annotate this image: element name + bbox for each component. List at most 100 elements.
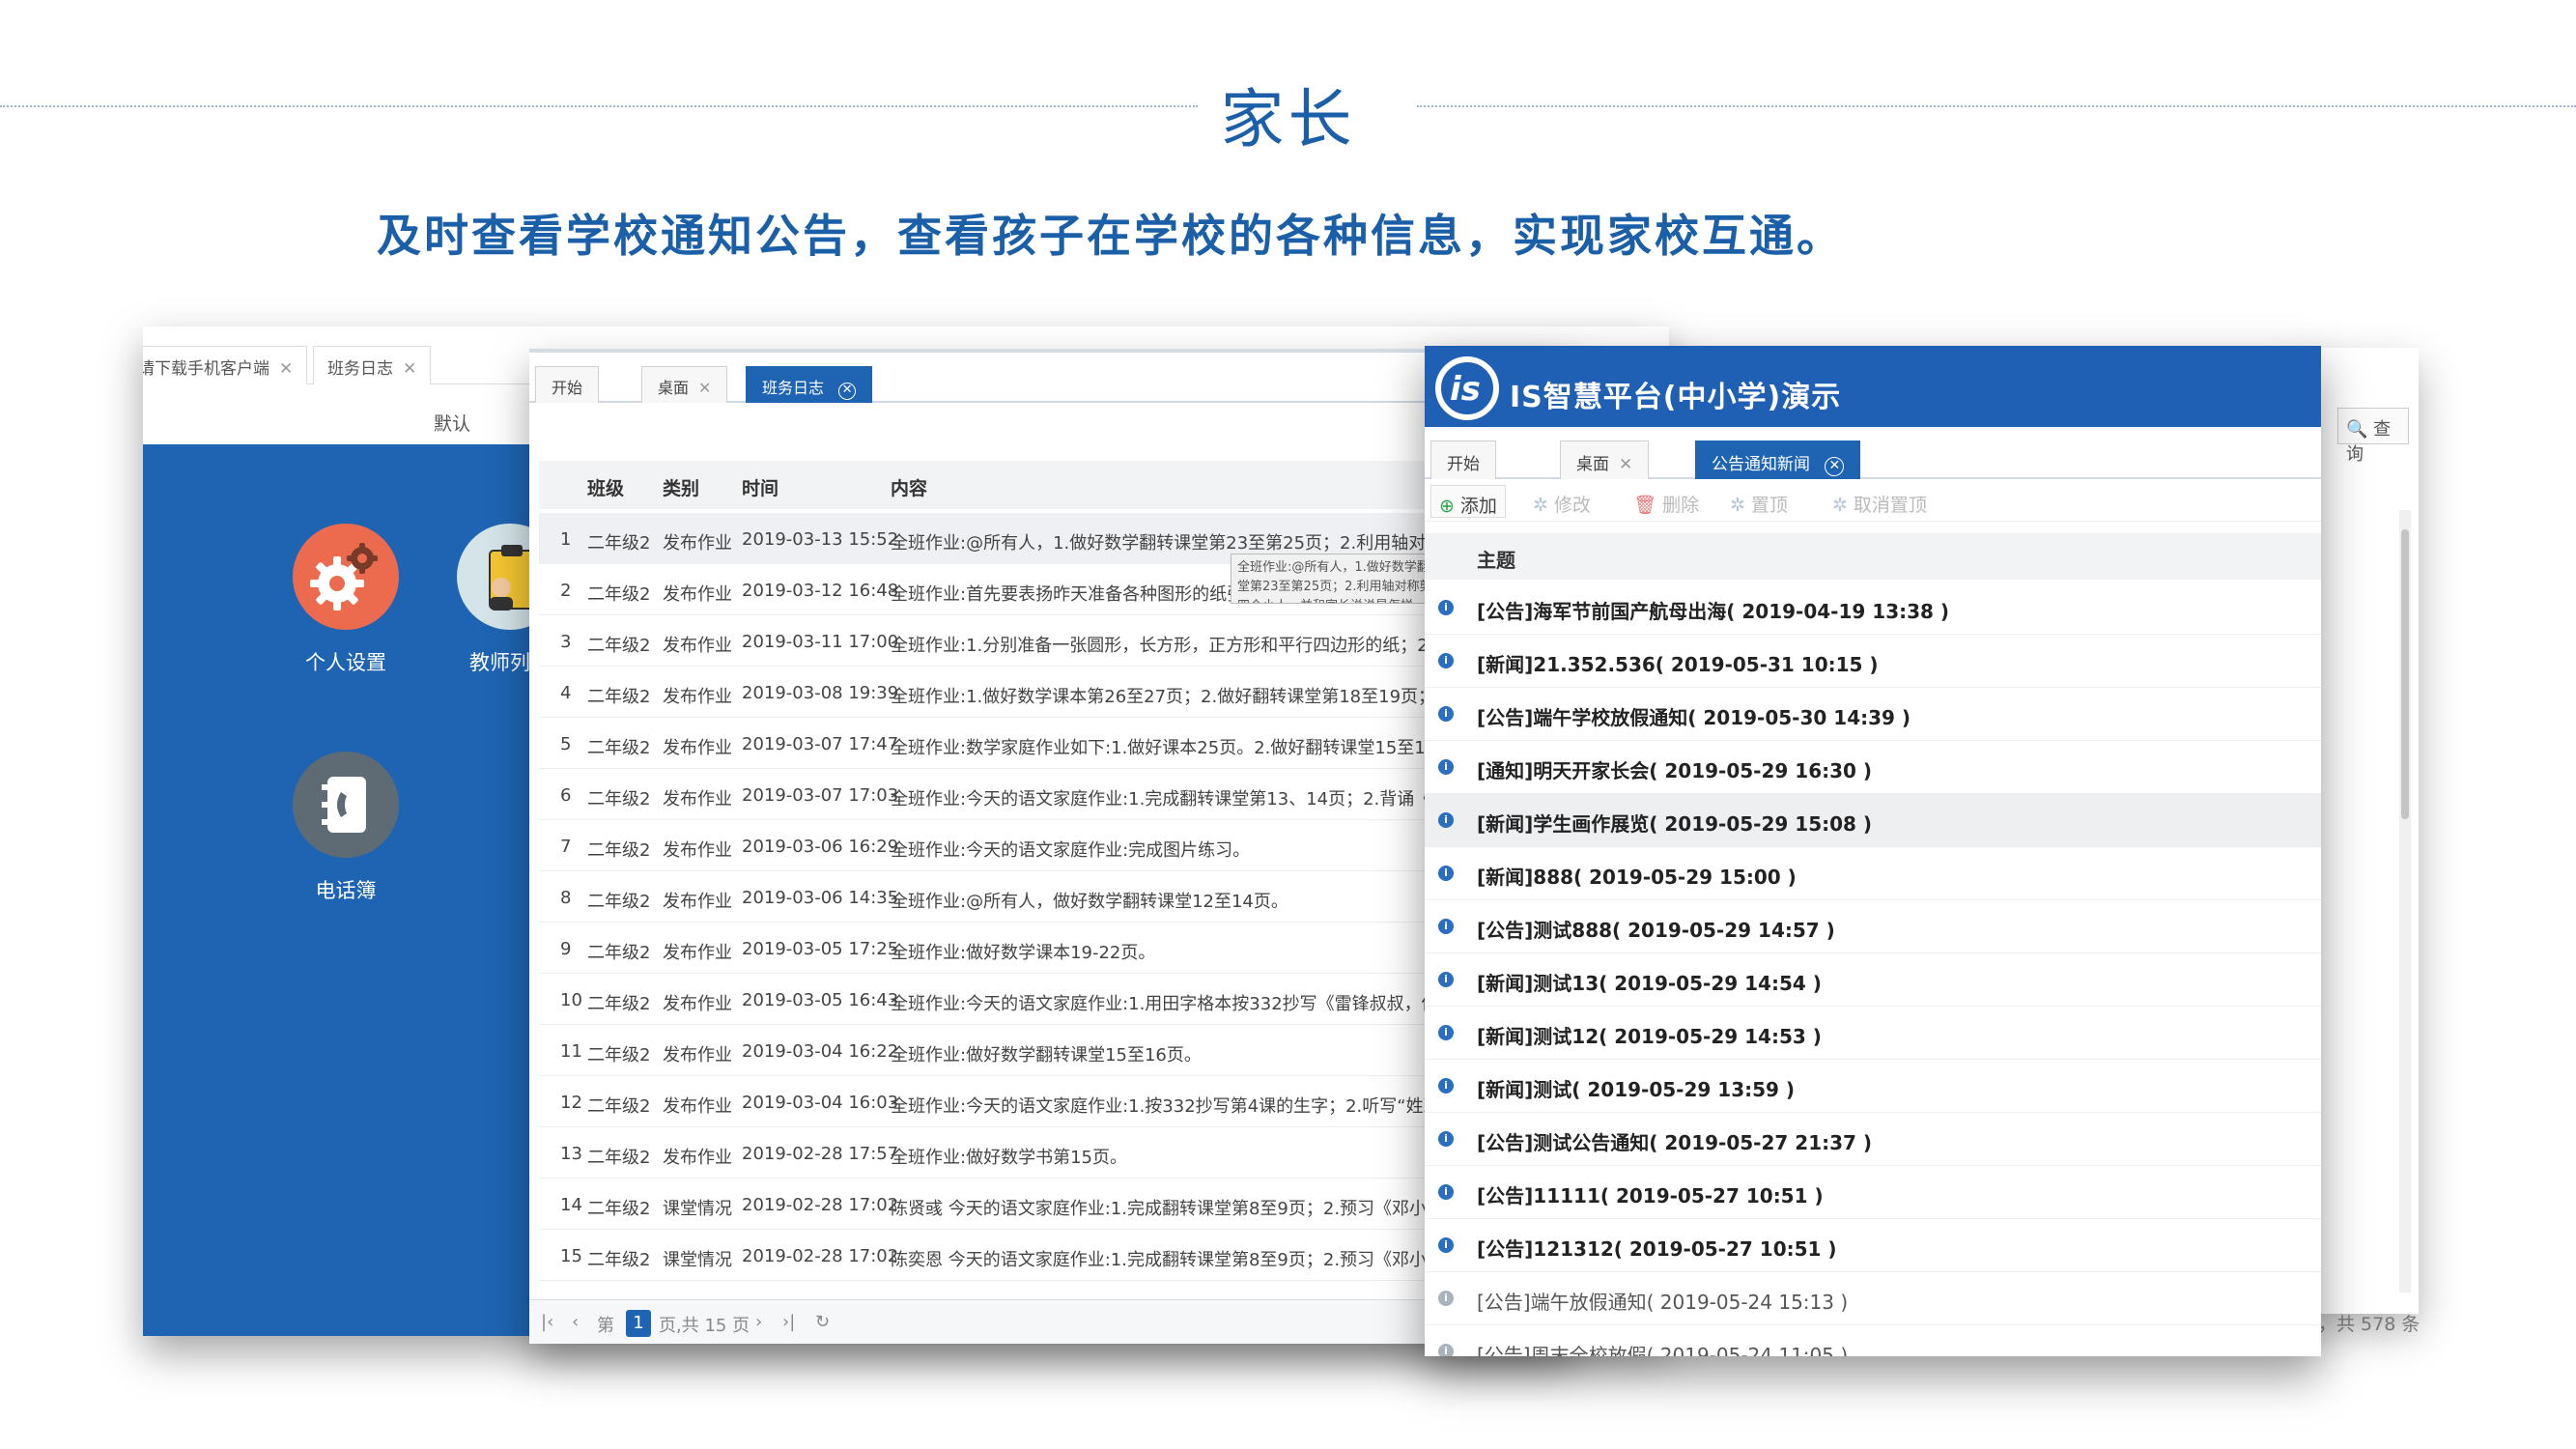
news-item[interactable]: i [新闻]21.352.536( 2019-05-31 10:15 ): [1425, 635, 2321, 688]
unpin-button[interactable]: ✲ 取消置顶: [1825, 485, 1935, 518]
tile-label: 电话簿: [315, 879, 377, 902]
info-icon: i: [1438, 653, 1454, 668]
row-category: 发布作业: [663, 1096, 732, 1117]
tab-start[interactable]: 开始: [535, 366, 600, 403]
column-class[interactable]: 班级: [587, 474, 624, 500]
table-row[interactable]: 9 二年级2 发布作业 2019-03-05 17:25 全班作业:做好数学课本19-2…: [539, 923, 1572, 974]
table-row[interactable]: 6 二年级2 发布作业 2019-03-07 17:03 全班作业:今天的语文家庭作业:…: [539, 769, 1572, 820]
tile-phone-book[interactable]: 电话簿: [278, 752, 413, 904]
tab-notice-news[interactable]: 公告通知新闻 ✕: [1695, 440, 1861, 479]
news-item[interactable]: i [公告]121312( 2019-05-27 10:51 ): [1425, 1219, 2321, 1272]
row-category: 发布作业: [663, 636, 732, 656]
edit-button[interactable]: ✲ 修改: [1525, 485, 1599, 518]
tab-class-log[interactable]: 班务日志 ✕: [313, 346, 432, 384]
row-category: 发布作业: [663, 687, 732, 707]
pin-button[interactable]: ✲ 置顶: [1722, 485, 1796, 518]
row-time: 2019-03-07 17:47: [742, 734, 899, 754]
news-item[interactable]: i [公告]测试公告通知( 2019-05-27 21:37 ): [1425, 1113, 2321, 1166]
news-item[interactable]: i [公告]端午学校放假通知( 2019-05-30 14:39 ): [1425, 688, 2321, 741]
row-category: 课堂情况: [663, 1199, 732, 1219]
row-class: 二年级2: [587, 636, 651, 656]
tile-label: 个人设置: [305, 651, 386, 674]
platform-banner: is IS智慧平台(中小学)演示: [1425, 346, 2321, 427]
row-class: 二年级2: [587, 1148, 651, 1168]
table-row[interactable]: 5 二年级2 发布作业 2019-03-07 17:47 全班作业:数学家庭作业如下:1…: [539, 718, 1572, 769]
news-item[interactable]: i [新闻]测试( 2019-05-29 13:59 ): [1425, 1060, 2321, 1113]
row-content: 全班作业:今天的语文家庭作业:1.用田字格本按332抄写《雷锋叔叔，你在哪里: [891, 994, 1491, 1014]
column-time[interactable]: 时间: [742, 474, 778, 500]
row-content: 陈贤彧 今天的语文家庭作业:1.完成翻转课堂第8至9页；2.预习《邓小平爷爷植: [891, 1199, 1497, 1219]
news-item[interactable]: i [通知]明天开家长会( 2019-05-29 16:30 ): [1425, 741, 2321, 794]
row-number: 2: [560, 581, 572, 601]
row-time: 2019-02-28 17:57: [742, 1144, 899, 1164]
table-row[interactable]: 11 二年级2 发布作业 2019-03-04 16:22 全班作业:做好数学翻转课堂1…: [539, 1025, 1572, 1076]
tab-start[interactable]: 开始: [1430, 440, 1496, 479]
svg-text:is: is: [1450, 370, 1481, 409]
phone-book-icon: [293, 752, 399, 858]
tab-desktop[interactable]: 桌面 ✕: [641, 366, 728, 403]
news-item[interactable]: i [新闻]测试13( 2019-05-29 14:54 ): [1425, 953, 2321, 1007]
info-icon: i: [1438, 759, 1454, 775]
first-page-button[interactable]: |‹: [541, 1312, 553, 1332]
scrollbar-thumb[interactable]: [2401, 529, 2409, 819]
news-item[interactable]: i [新闻]测试12( 2019-05-29 14:53 ): [1425, 1007, 2321, 1060]
table-row[interactable]: 8 二年级2 发布作业 2019-03-06 14:35 全班作业:@所有人，做好数学翻…: [539, 871, 1572, 923]
add-button[interactable]: ⊕ 添加: [1430, 485, 1506, 518]
tab-download-client[interactable]: 请下载手机客户端 ✕: [143, 346, 308, 384]
news-list: i [公告]海军节前国产航母出海( 2019-04-19 13:38 ) i [新闻]…: [1425, 582, 2321, 1356]
column-category[interactable]: 类别: [663, 474, 699, 500]
news-item[interactable]: i [公告]测试888( 2019-05-29 14:57 ): [1425, 900, 2321, 953]
row-time: 2019-03-04 16:22: [742, 1041, 899, 1062]
table-row[interactable]: 7 二年级2 发布作业 2019-03-06 16:29 全班作业:今天的语文家庭作业:…: [539, 820, 1572, 871]
column-content[interactable]: 内容: [891, 474, 927, 500]
close-icon[interactable]: ✕: [1619, 455, 1632, 474]
current-page-input[interactable]: 1: [626, 1310, 651, 1337]
news-item-title: [新闻]测试( 2019-05-29 13:59 ): [1477, 1078, 1796, 1101]
search-button[interactable]: 🔍 查询: [2337, 408, 2409, 465]
news-item[interactable]: i [新闻]888( 2019-05-29 15:00 ): [1425, 847, 2321, 900]
news-item[interactable]: i [公告]周末全校放假( 2019-05-24 11:05 ): [1425, 1325, 2321, 1356]
table-row[interactable]: 12 二年级2 发布作业 2019-03-04 16:03 全班作业:今天的语文家庭作业…: [539, 1076, 1572, 1127]
row-category: 发布作业: [663, 1045, 732, 1065]
row-category: 发布作业: [663, 994, 732, 1014]
prev-page-button[interactable]: ‹: [572, 1312, 579, 1332]
news-item-title: [新闻]测试12( 2019-05-29 14:53 ): [1477, 1025, 1822, 1048]
close-icon[interactable]: ✕: [279, 359, 293, 379]
news-item-title: [公告]121312( 2019-05-27 10:51 ): [1477, 1237, 1837, 1261]
page-subtitle: 及时查看学校通知公告，查看孩子在学校的各种信息，实现家校互通。: [377, 210, 1844, 262]
info-icon: i: [1438, 972, 1454, 987]
scrollbar[interactable]: [2399, 510, 2411, 1293]
row-number: 4: [560, 683, 572, 703]
news-item[interactable]: i [公告]11111( 2019-05-27 10:51 ): [1425, 1166, 2321, 1219]
row-number: 10: [560, 990, 582, 1010]
column-subject[interactable]: 主题: [1425, 533, 2321, 580]
tab-class-log[interactable]: 班务日志 ✕: [746, 366, 873, 403]
table-row[interactable]: 14 二年级2 课堂情况 2019-02-28 17:02 陈贤彧 今天的语文家庭作业:…: [539, 1179, 1572, 1230]
tab-desktop[interactable]: 桌面 ✕: [1560, 440, 1650, 479]
delete-button[interactable]: 🗑 删除: [1626, 485, 1707, 518]
tile-personal-settings[interactable]: 个人设置: [278, 524, 413, 676]
row-number: 9: [560, 939, 572, 959]
table-row[interactable]: 10 二年级2 发布作业 2019-03-05 16:43 全班作业:今天的语文家庭作业…: [539, 974, 1572, 1025]
platform-logo-icon: is: [1435, 356, 1499, 420]
table-row[interactable]: 13 二年级2 发布作业 2019-02-28 17:57 全班作业:做好数学书第15页…: [539, 1127, 1572, 1179]
row-number: 7: [560, 837, 572, 857]
next-page-button[interactable]: ›: [755, 1312, 762, 1332]
close-icon[interactable]: ✕: [403, 359, 416, 379]
news-item-title: [通知]明天开家长会( 2019-05-29 16:30 ): [1477, 759, 1873, 782]
news-item[interactable]: i [新闻]学生画作展览( 2019-05-29 15:08 ): [1425, 794, 2321, 847]
news-item[interactable]: i [公告]端午放假通知( 2019-05-24 15:13 ): [1425, 1272, 2321, 1325]
row-content: 全班作业:做好数学课本19-22页。: [891, 943, 1156, 963]
close-icon[interactable]: ✕: [698, 379, 711, 397]
platform-title: IS智慧平台(中小学)演示: [1510, 381, 1842, 414]
refresh-icon[interactable]: ↻: [815, 1312, 830, 1332]
table-row[interactable]: 4 二年级2 发布作业 2019-03-08 19:39 全班作业:1.做好数学课本第2…: [539, 667, 1572, 718]
news-item[interactable]: i [公告]海军节前国产航母出海( 2019-04-19 13:38 ): [1425, 582, 2321, 635]
close-icon[interactable]: ✕: [1825, 457, 1845, 476]
last-page-button[interactable]: ›|: [782, 1312, 795, 1332]
row-number: 13: [560, 1144, 582, 1164]
info-icon: i: [1438, 1078, 1454, 1094]
close-icon[interactable]: ✕: [838, 383, 857, 400]
table-row[interactable]: 15 二年级2 课堂情况 2019-02-28 17:02 陈奕恩 今天的语文家庭作业:…: [539, 1230, 1572, 1281]
table-row[interactable]: 3 二年级2 发布作业 2019-03-11 17:00 全班作业:1.分别准备一张圆形…: [539, 615, 1572, 667]
